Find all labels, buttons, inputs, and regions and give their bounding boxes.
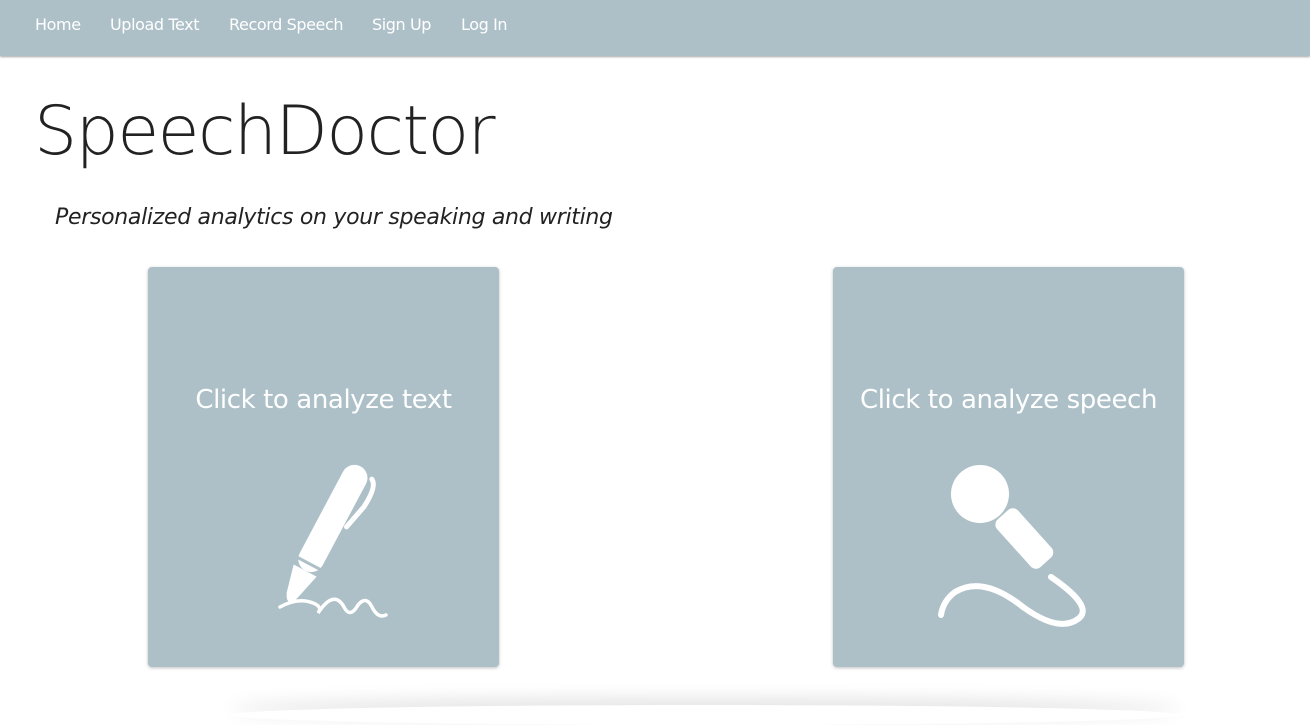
analyze-text-label: Click to analyze text [195,385,452,415]
analyze-speech-label: Click to analyze speech [859,385,1158,415]
analyze-speech-card[interactable]: Click to analyze speech [833,267,1184,667]
site-tagline: Personalized analytics on your speaking … [55,205,613,230]
nav-log-in-link[interactable]: Log In [461,15,508,34]
analyze-text-card[interactable]: Click to analyze text [148,267,499,667]
top-navbar: Home Upload Text Record Speech Sign Up L… [0,0,1310,56]
pen-icon [278,464,388,618]
content-panel-edge [230,705,1180,725]
microphone-icon [938,465,1086,627]
site-title: SpeechDoctor [34,92,496,171]
nav-record-speech-link[interactable]: Record Speech [229,15,344,34]
nav-upload-text-link[interactable]: Upload Text [110,15,200,34]
nav-sign-up-link[interactable]: Sign Up [372,15,431,34]
nav-home-link[interactable]: Home [35,15,81,34]
